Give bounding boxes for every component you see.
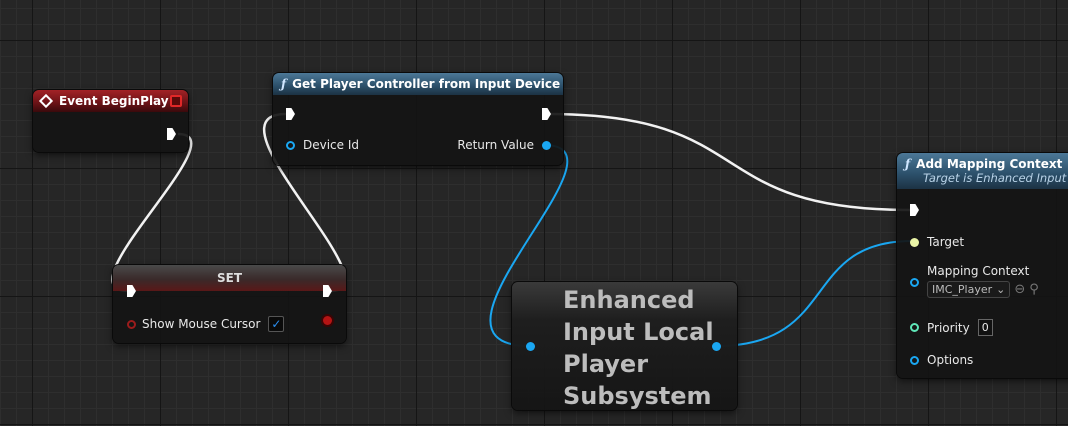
event-beginplay-header[interactable]: Event BeginPlay [33, 90, 188, 112]
set-header[interactable]: SET [113, 265, 346, 291]
use-selected-icon[interactable]: ⊖ [1014, 282, 1025, 297]
show-mouse-cursor-checkbox[interactable]: ✓ [268, 316, 285, 332]
add-mapping-context-subtitle: Target is Enhanced Input S [923, 171, 1068, 185]
object-pin-icon [712, 342, 721, 351]
delegate-pin-icon[interactable] [170, 95, 182, 107]
event-beginplay-title: Event BeginPlay [59, 94, 169, 108]
checkmark-icon: ✓ [271, 317, 282, 331]
function-icon: ƒ [281, 77, 287, 91]
mapping-context-combo[interactable]: IMC_Player ⌄ [927, 281, 1011, 298]
browse-icon[interactable]: ⚲ [1029, 282, 1039, 297]
subsystem-return-pin[interactable] [712, 342, 721, 351]
subsystem-title-line3: Player [563, 350, 649, 378]
addmapping-exec-in-pin[interactable] [910, 204, 919, 216]
subsystem-player-controller-pin[interactable] [526, 342, 535, 351]
device-id-pin-icon [286, 140, 295, 150]
priority-pin[interactable]: Priority 0 [910, 319, 993, 336]
set-exec-out-pin[interactable] [323, 285, 332, 297]
exec-out-icon [323, 285, 332, 297]
function-icon: ƒ [905, 157, 911, 171]
exec-in-icon [910, 204, 919, 216]
object-wire-subsystem-to-target [715, 240, 913, 347]
bool-out-pin-icon [323, 316, 332, 325]
mapping-context-pin-icon [910, 278, 919, 287]
add-mapping-context-title: Add Mapping Context [916, 157, 1063, 171]
device-id-pin[interactable]: Device Id [286, 138, 359, 152]
exec-in-icon [286, 108, 295, 120]
set-title: SET [216, 271, 243, 285]
get-player-controller-node[interactable]: ƒ Get Player Controller from Input Devic… [273, 73, 563, 165]
exec-in-icon [127, 285, 136, 297]
subsystem-node[interactable]: Enhanced Input Local Player Subsystem [512, 282, 737, 410]
show-mouse-cursor-label: Show Mouse Cursor [142, 317, 261, 331]
subsystem-title-line4: Subsystem [563, 382, 712, 410]
mapping-context-value: IMC_Player [932, 283, 993, 296]
beginplay-exec-out-pin[interactable] [167, 128, 176, 140]
event-beginplay-node[interactable]: Event BeginPlay [33, 90, 188, 152]
exec-out-icon [542, 108, 551, 120]
object-pin-icon [526, 342, 535, 351]
set-exec-in-pin[interactable] [127, 285, 136, 297]
get-player-controller-header[interactable]: ƒ Get Player Controller from Input Devic… [273, 73, 563, 95]
set-node[interactable]: SET Show Mouse Cursor ✓ [113, 265, 346, 343]
add-mapping-context-header[interactable]: ƒ Add Mapping Context Target is Enhanced… [897, 153, 1068, 189]
exec-out-icon [167, 128, 176, 140]
event-icon [38, 93, 54, 109]
getcontroller-exec-out-pin[interactable] [542, 108, 551, 120]
target-pin-icon [910, 237, 919, 247]
get-player-controller-title: Get Player Controller from Input Device [292, 77, 561, 91]
dropdown-arrow-icon: ⌄ [996, 283, 1006, 296]
return-value-pin-icon [542, 140, 551, 150]
add-mapping-context-node[interactable]: ƒ Add Mapping Context Target is Enhanced… [897, 153, 1068, 378]
target-pin[interactable]: Target [910, 235, 964, 249]
bool-pin-icon [127, 319, 136, 329]
priority-input[interactable]: 0 [977, 319, 993, 336]
options-pin[interactable]: Options [910, 353, 973, 367]
subsystem-title-line1: Enhanced [563, 286, 695, 314]
exec-wire-getcontroller-to-addmapping [547, 112, 911, 212]
target-label: Target [927, 235, 965, 249]
options-label: Options [927, 353, 974, 367]
mapping-context-pin[interactable]: Mapping Context IMC_Player ⌄ ⊖ ⚲ [910, 264, 1039, 298]
show-mouse-cursor-out-pin[interactable] [323, 316, 332, 325]
getcontroller-exec-in-pin[interactable] [286, 108, 295, 120]
priority-pin-icon [910, 323, 919, 332]
priority-label: Priority [927, 320, 970, 335]
return-value-label: Return Value [457, 138, 534, 152]
subsystem-title-line2: Input Local [563, 318, 714, 346]
device-id-label: Device Id [303, 138, 360, 152]
options-pin-icon [910, 355, 919, 365]
return-value-pin[interactable]: Return Value [457, 138, 551, 152]
show-mouse-cursor-pin[interactable]: Show Mouse Cursor ✓ [127, 316, 285, 332]
mapping-context-label: Mapping Context [927, 264, 1030, 278]
